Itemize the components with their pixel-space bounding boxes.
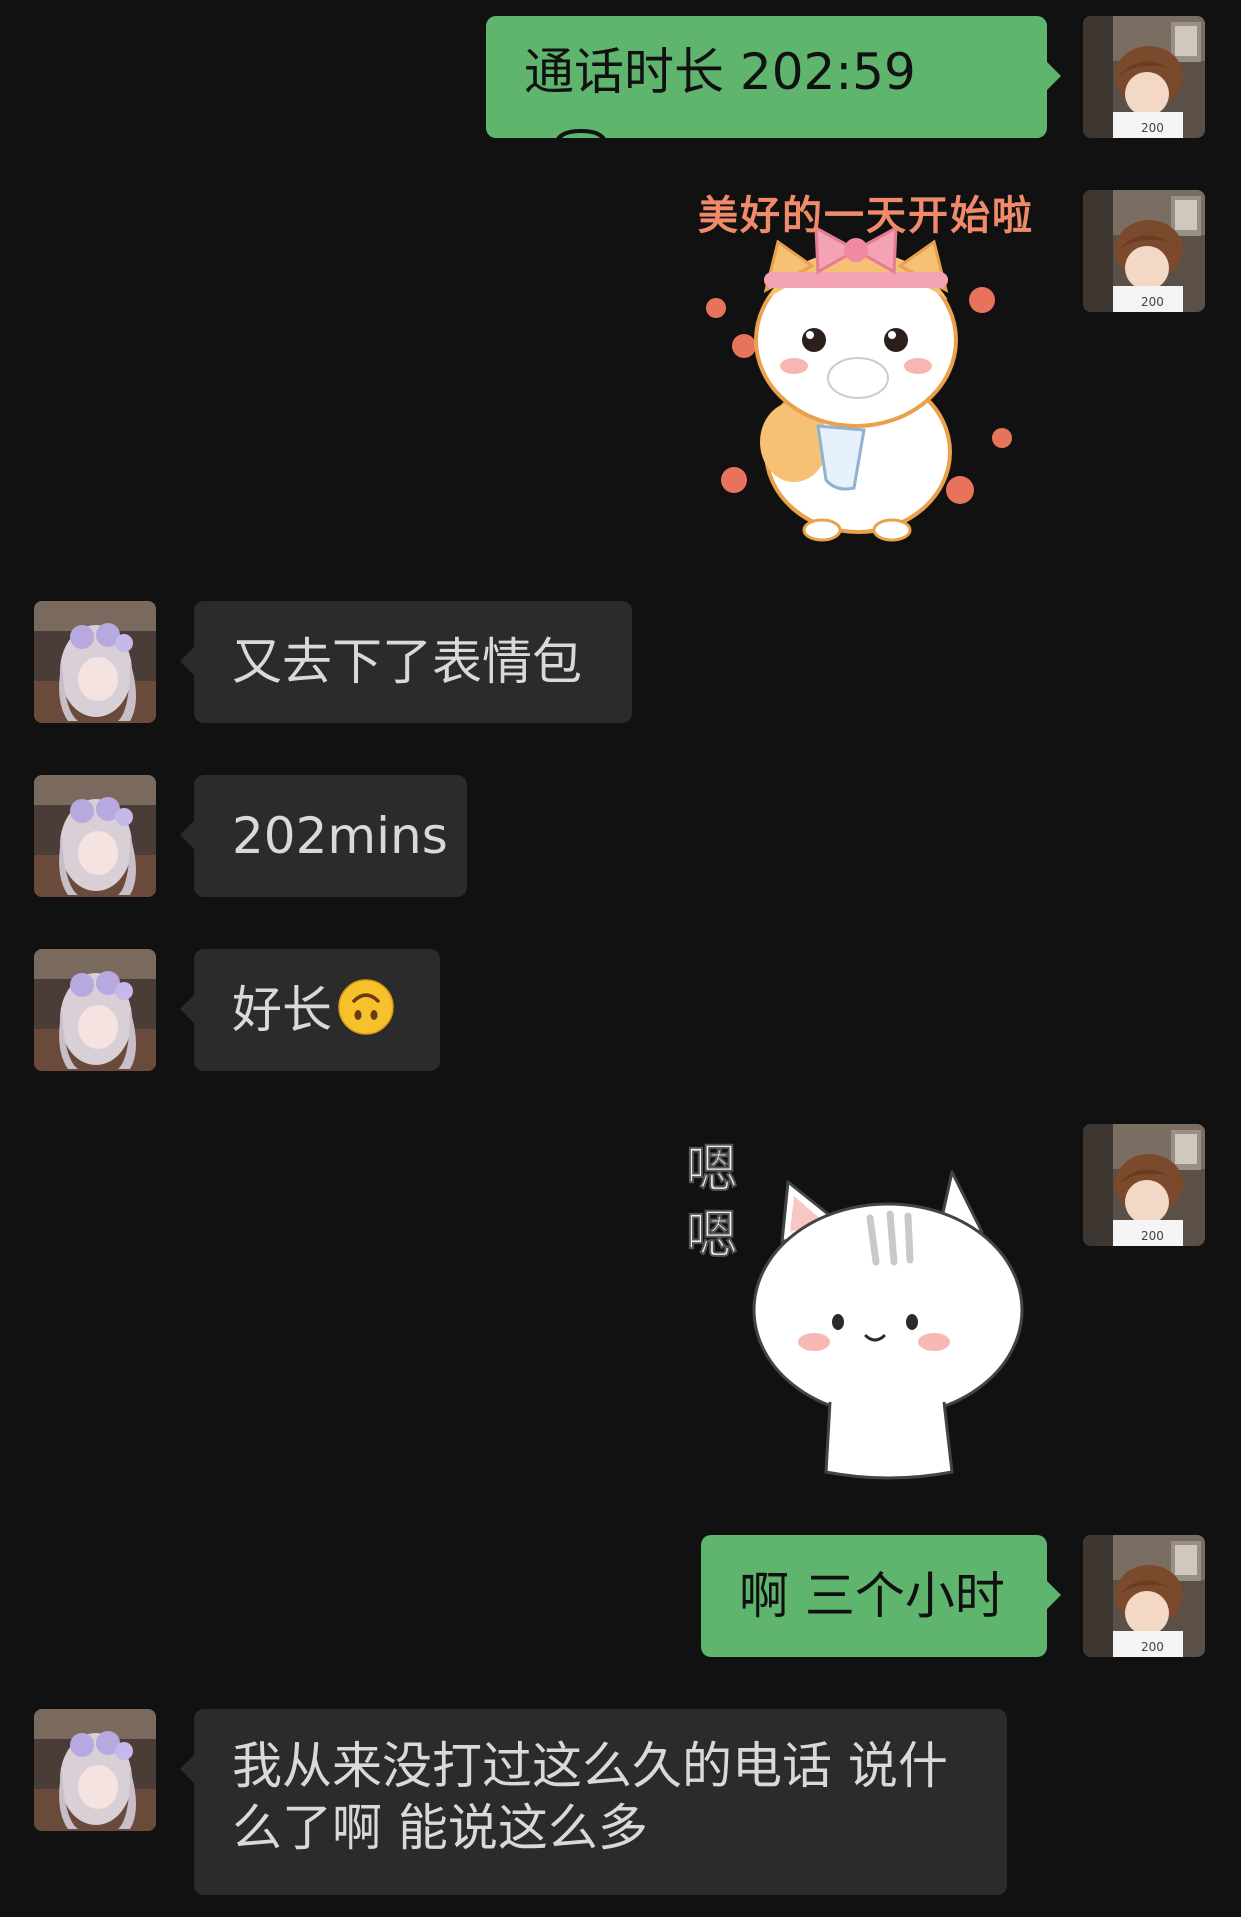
sticker-text-top: 嗯 (685, 1139, 739, 1201)
my-avatar[interactable] (1083, 1124, 1205, 1246)
call-record-bubble[interactable]: 通话时长 202:59 (486, 16, 1061, 155)
message-text-line: 么了啊 能说这么多 (232, 1799, 648, 1857)
call-duration-label: 通话时长 202:59 (524, 43, 916, 101)
phone-hangup-icon (552, 107, 610, 169)
message-text: 又去下了表情包 (232, 633, 582, 691)
message-text-line: 我从来没打过这么久的电话 说什 (232, 1737, 948, 1795)
cat-eating-sticker[interactable]: 美好的一天开始啦 (686, 190, 1046, 550)
contact-avatar[interactable] (34, 601, 156, 723)
message-bubble[interactable]: 202mins (180, 775, 467, 897)
message-text: 202mins (232, 807, 448, 865)
my-avatar[interactable] (1083, 190, 1205, 312)
contact-avatar[interactable] (34, 1709, 156, 1831)
sticker-caption: 美好的一天开始啦 (698, 193, 1034, 239)
message-bubble[interactable]: 啊 三个小时 (701, 1535, 1061, 1657)
contact-avatar[interactable] (34, 949, 156, 1071)
message-text: 好长 (232, 981, 332, 1039)
message-text: 啊 三个小时 (739, 1567, 1005, 1625)
message-bubble[interactable]: 我从来没打过这么久的电话 说什 么了啊 能说这么多 (180, 1709, 1007, 1895)
contact-avatar[interactable] (34, 775, 156, 897)
my-avatar[interactable] (1083, 16, 1205, 138)
message-bubble[interactable]: 又去下了表情包 (180, 601, 632, 723)
message-bubble[interactable]: 好长 (180, 949, 440, 1071)
white-cat-sticker[interactable]: 嗯 嗯 (685, 1122, 1040, 1484)
upside-down-face-icon (338, 979, 394, 1035)
my-avatar[interactable] (1083, 1535, 1205, 1657)
sticker-text-bottom: 嗯 (685, 1205, 739, 1267)
